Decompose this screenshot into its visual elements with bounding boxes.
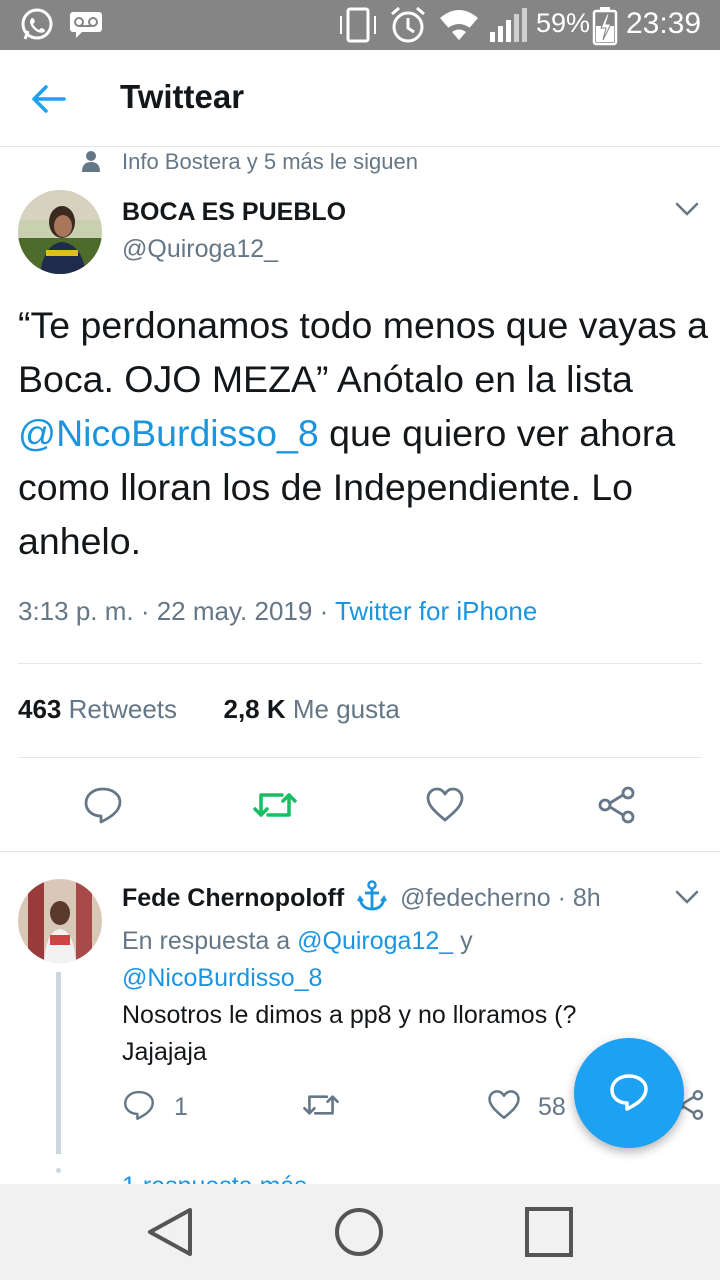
share-button[interactable] bbox=[596, 785, 638, 830]
reply-retweet-button[interactable] bbox=[302, 1088, 340, 1127]
reply-header: Fede Chernopoloff @fedecherno · 8h bbox=[122, 880, 601, 919]
reply-bubble-icon bbox=[610, 1074, 648, 1111]
verified-anchor-icon bbox=[357, 880, 388, 919]
divider bbox=[0, 851, 720, 852]
reply-options-button[interactable] bbox=[672, 884, 702, 915]
reply-like-count: 58 bbox=[538, 1093, 566, 1121]
voicemail-icon bbox=[68, 6, 104, 47]
app-bar: Twittear bbox=[0, 50, 720, 147]
tweet-stats: 463 Retweets 2,8 K Me gusta bbox=[18, 694, 400, 725]
like-button[interactable] bbox=[424, 785, 466, 830]
share-icon bbox=[598, 786, 635, 824]
alarm-icon bbox=[388, 6, 428, 49]
reply-time: 8h bbox=[572, 884, 601, 912]
whatsapp-icon bbox=[18, 6, 56, 49]
mention-link[interactable]: @NicoBurdisso_8 bbox=[18, 412, 319, 454]
retweets-count: 463 bbox=[18, 694, 62, 724]
in-reply-and: y bbox=[453, 927, 473, 955]
likes-label: Me gusta bbox=[292, 694, 400, 724]
tweet-source-link[interactable]: Twitter for iPhone bbox=[335, 596, 537, 626]
retweet-icon bbox=[253, 793, 297, 817]
reply-bubble-icon bbox=[124, 1090, 154, 1120]
nav-back-button[interactable] bbox=[140, 1204, 200, 1265]
reply-author-name[interactable]: Fede Chernopoloff bbox=[122, 884, 344, 912]
heart-icon bbox=[426, 787, 464, 822]
retweets-label: Retweets bbox=[68, 694, 178, 724]
mention-link[interactable]: @NicoBurdisso_8 bbox=[122, 964, 322, 992]
reply-author-avatar[interactable] bbox=[18, 879, 102, 963]
tweet-options-button[interactable] bbox=[672, 196, 702, 227]
back-button[interactable] bbox=[22, 76, 74, 122]
retweet-button[interactable] bbox=[252, 785, 298, 830]
reply-time-sep: · bbox=[557, 884, 573, 912]
page-title: Twittear bbox=[120, 78, 245, 115]
wifi-icon bbox=[438, 6, 480, 49]
clock: 23:39 bbox=[626, 7, 702, 40]
reply-like-button[interactable] bbox=[486, 1088, 522, 1127]
nav-home-button[interactable] bbox=[330, 1204, 388, 1265]
likes-count: 2,8 K bbox=[223, 694, 286, 724]
social-context-text: Info Bostera y 5 más le siguen bbox=[122, 149, 418, 174]
divider bbox=[18, 663, 702, 664]
person-icon bbox=[80, 150, 102, 179]
battery-percent: 59% bbox=[536, 8, 591, 38]
tweet-text: “Te perdonamos todo menos que vayas a Bo… bbox=[18, 298, 708, 568]
retweets-stat[interactable]: 463 Retweets bbox=[18, 694, 177, 724]
tweet-text-part: “Te perdonamos todo menos que vayas a Bo… bbox=[18, 304, 708, 400]
reply-author-handle[interactable]: @fedecherno bbox=[400, 884, 550, 912]
status-bar: 59% 23:39 bbox=[0, 0, 720, 50]
signal-icon bbox=[488, 6, 530, 49]
chevron-down-icon bbox=[675, 202, 699, 216]
tweet-timestamp: 3:13 p. m. · 22 may. 2019 · bbox=[18, 596, 335, 626]
reply-reply-button[interactable] bbox=[122, 1088, 156, 1127]
battery-charging-icon bbox=[592, 6, 618, 51]
tweet-meta: 3:13 p. m. · 22 may. 2019 · Twitter for … bbox=[18, 596, 537, 627]
square-recents-icon bbox=[525, 1207, 573, 1257]
reply-reply-count: 1 bbox=[174, 1093, 188, 1121]
author-avatar[interactable] bbox=[18, 190, 102, 274]
circle-home-icon bbox=[335, 1208, 383, 1256]
reply-bubble-icon bbox=[84, 787, 122, 824]
author-handle[interactable]: @Quiroga12_ bbox=[122, 235, 278, 264]
system-nav-bar bbox=[0, 1184, 720, 1280]
compose-reply-fab[interactable] bbox=[574, 1038, 684, 1148]
likes-stat[interactable]: 2,8 K Me gusta bbox=[223, 694, 399, 724]
thread-dot bbox=[56, 1168, 61, 1173]
author-name[interactable]: BOCA ES PUEBLO bbox=[122, 198, 346, 227]
back-arrow-icon bbox=[32, 85, 66, 113]
divider bbox=[18, 757, 702, 758]
heart-icon bbox=[488, 1090, 520, 1120]
triangle-back-icon bbox=[148, 1208, 192, 1256]
in-reply-prefix: En respuesta a bbox=[122, 927, 298, 955]
reply-button[interactable] bbox=[82, 785, 124, 830]
nav-recents-button[interactable] bbox=[520, 1204, 578, 1265]
mention-link[interactable]: @Quiroga12_ bbox=[297, 927, 453, 955]
thread-line bbox=[56, 972, 61, 1154]
in-reply-to: En respuesta a @Quiroga12_ y @NicoBurdis… bbox=[122, 923, 582, 997]
retweet-icon bbox=[303, 1095, 339, 1115]
vibrate-icon bbox=[338, 6, 378, 49]
chevron-down-icon bbox=[675, 890, 699, 904]
